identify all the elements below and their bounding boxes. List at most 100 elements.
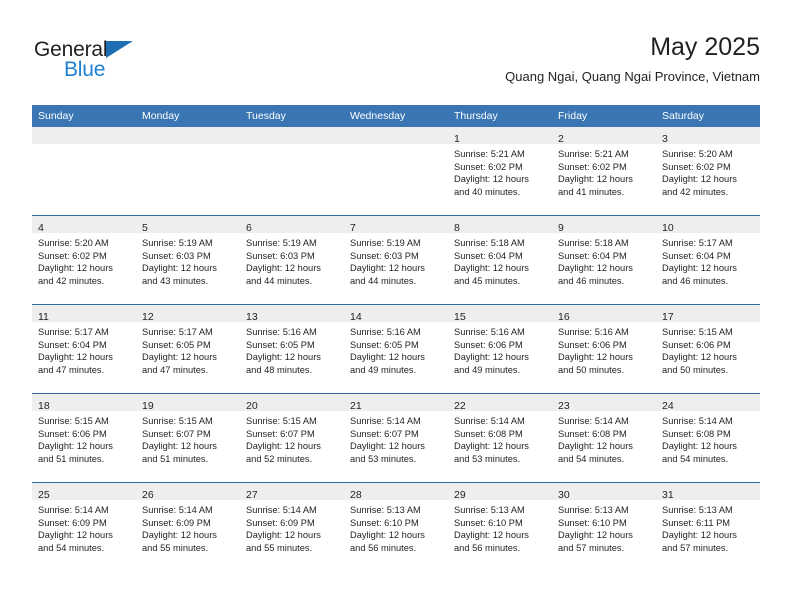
calendar-day-cell[interactable]: 6 Sunrise: 5:19 AM Sunset: 6:03 PM Daylight… — [240, 215, 344, 305]
calendar-day-cell[interactable]: 10 Sunrise: 5:17 AM Sunset: 6:04 PM Dayligh… — [656, 215, 760, 305]
sunrise-text: Sunrise: 5:13 AM — [558, 505, 629, 515]
day-number-band: 18 — [32, 394, 136, 412]
day-number-band: 12 — [136, 305, 240, 323]
daylight-text-line2: and 44 minutes. — [350, 275, 417, 286]
calendar-day-cell[interactable]: 18 Sunrise: 5:15 AM Sunset: 6:06 PM Dayligh… — [32, 393, 136, 483]
calendar-day-cell[interactable]: 25 Sunrise: 5:14 AM Sunset: 6:09 PM Dayligh… — [32, 482, 136, 571]
day-number-band — [344, 127, 448, 144]
calendar-day-cell[interactable]: 27 Sunrise: 5:14 AM Sunset: 6:09 PM Dayligh… — [240, 482, 344, 571]
sunrise-text: Sunrise: 5:13 AM — [662, 505, 733, 515]
calendar-day-cell[interactable]: 29 Sunrise: 5:13 AM Sunset: 6:10 PM Dayligh… — [448, 482, 552, 571]
day-cell-body: Sunrise: 5:13 AM Sunset: 6:10 PM Daylight:… — [344, 500, 448, 554]
day-number-band: 5 — [136, 216, 240, 234]
sunrise-text: Sunrise: 5:14 AM — [558, 416, 629, 426]
calendar-day-cell[interactable]: 3 Sunrise: 5:20 AM Sunset: 6:02 PM Daylight… — [656, 127, 760, 216]
daylight-text-line2: and 47 minutes. — [142, 364, 209, 375]
daylight-text-line2: and 40 minutes. — [454, 186, 521, 197]
sunset-text: Sunset: 6:03 PM — [350, 250, 419, 261]
calendar-day-cell[interactable]: 19 Sunrise: 5:15 AM Sunset: 6:07 PM Dayligh… — [136, 393, 240, 483]
day-cell-body: Sunrise: 5:15 AM Sunset: 6:07 PM Daylight:… — [240, 411, 344, 465]
calendar-day-cell[interactable]: 24 Sunrise: 5:14 AM Sunset: 6:08 PM Dayligh… — [656, 393, 760, 483]
calendar-day-cell[interactable]: 16 Sunrise: 5:16 AM Sunset: 6:06 PM Dayligh… — [552, 304, 656, 394]
sunrise-text: Sunrise: 5:15 AM — [38, 416, 109, 426]
day-cell-body: Sunrise: 5:18 AM Sunset: 6:04 PM Daylight:… — [448, 233, 552, 287]
calendar-week-row: 1 Sunrise: 5:21 AM Sunset: 6:02 PM Daylight… — [32, 127, 760, 216]
daylight-text-line1: Daylight: 12 hours — [246, 441, 321, 452]
sunset-text: Sunset: 6:10 PM — [350, 517, 419, 528]
day-number: 21 — [350, 400, 362, 412]
daylight-text-line2: and 49 minutes. — [454, 364, 521, 375]
calendar-day-cell[interactable]: 13 Sunrise: 5:16 AM Sunset: 6:05 PM Dayligh… — [240, 304, 344, 394]
daylight-text-line1: Daylight: 12 hours — [142, 263, 217, 274]
daylight-text-line1: Daylight: 12 hours — [246, 530, 321, 541]
day-cell-body: Sunrise: 5:17 AM Sunset: 6:04 PM Daylight:… — [656, 233, 760, 287]
day-number: 10 — [662, 222, 674, 234]
calendar-day-cell[interactable]: 15 Sunrise: 5:16 AM Sunset: 6:06 PM Dayligh… — [448, 304, 552, 394]
day-number-band: 6 — [240, 216, 344, 234]
day-cell-body: Sunrise: 5:15 AM Sunset: 6:06 PM Daylight:… — [656, 322, 760, 376]
day-number-band: 31 — [656, 483, 760, 501]
daylight-text-line2: and 43 minutes. — [142, 275, 209, 286]
day-cell-body: Sunrise: 5:21 AM Sunset: 6:02 PM Daylight:… — [552, 144, 656, 198]
sunset-text: Sunset: 6:03 PM — [142, 250, 211, 261]
sunset-text: Sunset: 6:03 PM — [246, 250, 315, 261]
daylight-text-line2: and 55 minutes. — [142, 542, 209, 553]
day-number: 13 — [246, 311, 258, 323]
calendar-day-cell[interactable]: 20 Sunrise: 5:15 AM Sunset: 6:07 PM Dayligh… — [240, 393, 344, 483]
daylight-text-line2: and 56 minutes. — [454, 542, 521, 553]
calendar-day-cell[interactable]: 5 Sunrise: 5:19 AM Sunset: 6:03 PM Daylight… — [136, 215, 240, 305]
general-blue-logo[interactable]: General Blue — [34, 38, 164, 86]
page-header: General Blue May 2025 Quang Ngai, Quang … — [0, 0, 792, 100]
sunset-text: Sunset: 6:05 PM — [246, 339, 315, 350]
day-number-band: 7 — [344, 216, 448, 234]
day-cell-body: Sunrise: 5:18 AM Sunset: 6:04 PM Daylight:… — [552, 233, 656, 287]
calendar-week-row: 11 Sunrise: 5:17 AM Sunset: 6:04 PM Dayligh… — [32, 304, 760, 394]
daylight-text-line2: and 51 minutes. — [38, 453, 105, 464]
day-cell-body: Sunrise: 5:14 AM Sunset: 6:09 PM Daylight:… — [136, 500, 240, 554]
sunrise-text: Sunrise: 5:16 AM — [558, 327, 629, 337]
calendar-day-cell[interactable]: 9 Sunrise: 5:18 AM Sunset: 6:04 PM Daylight… — [552, 215, 656, 305]
calendar-day-cell[interactable]: 23 Sunrise: 5:14 AM Sunset: 6:08 PM Dayligh… — [552, 393, 656, 483]
calendar-day-cell[interactable]: 26 Sunrise: 5:14 AM Sunset: 6:09 PM Dayligh… — [136, 482, 240, 571]
day-cell-body: Sunrise: 5:13 AM Sunset: 6:10 PM Daylight:… — [552, 500, 656, 554]
calendar-week-row: 25 Sunrise: 5:14 AM Sunset: 6:09 PM Dayligh… — [32, 482, 760, 571]
daylight-text-line2: and 46 minutes. — [558, 275, 625, 286]
day-cell-body: Sunrise: 5:14 AM Sunset: 6:08 PM Daylight:… — [448, 411, 552, 465]
calendar-day-cell[interactable]: 28 Sunrise: 5:13 AM Sunset: 6:10 PM Dayligh… — [344, 482, 448, 571]
daylight-text-line1: Daylight: 12 hours — [454, 263, 529, 274]
calendar-day-cell[interactable]: 12 Sunrise: 5:17 AM Sunset: 6:05 PM Dayligh… — [136, 304, 240, 394]
calendar-day-cell[interactable]: 1 Sunrise: 5:21 AM Sunset: 6:02 PM Daylight… — [448, 127, 552, 216]
calendar-day-cell[interactable]: 8 Sunrise: 5:18 AM Sunset: 6:04 PM Daylight… — [448, 215, 552, 305]
calendar-day-cell[interactable]: 31 Sunrise: 5:13 AM Sunset: 6:11 PM Dayligh… — [656, 482, 760, 571]
day-number: 11 — [38, 311, 49, 323]
sunset-text: Sunset: 6:06 PM — [662, 339, 731, 350]
sunrise-text: Sunrise: 5:17 AM — [662, 238, 733, 248]
day-cell-body: Sunrise: 5:14 AM Sunset: 6:09 PM Daylight:… — [240, 500, 344, 554]
calendar-day-cell[interactable]: 30 Sunrise: 5:13 AM Sunset: 6:10 PM Dayligh… — [552, 482, 656, 571]
day-number: 22 — [454, 400, 466, 412]
daylight-text-line1: Daylight: 12 hours — [38, 530, 113, 541]
calendar-day-cell[interactable]: 22 Sunrise: 5:14 AM Sunset: 6:08 PM Dayligh… — [448, 393, 552, 483]
sunset-text: Sunset: 6:02 PM — [558, 161, 627, 172]
calendar-day-cell-empty — [240, 127, 344, 216]
daylight-text-line1: Daylight: 12 hours — [38, 352, 113, 363]
daylight-text-line1: Daylight: 12 hours — [662, 441, 737, 452]
calendar-day-cell[interactable]: 2 Sunrise: 5:21 AM Sunset: 6:02 PM Daylight… — [552, 127, 656, 216]
sunset-text: Sunset: 6:05 PM — [142, 339, 211, 350]
calendar-day-cell[interactable]: 14 Sunrise: 5:16 AM Sunset: 6:05 PM Dayligh… — [344, 304, 448, 394]
daylight-text-line2: and 45 minutes. — [454, 275, 521, 286]
daylight-text-line1: Daylight: 12 hours — [454, 174, 529, 185]
calendar-day-cell[interactable]: 17 Sunrise: 5:15 AM Sunset: 6:06 PM Dayligh… — [656, 304, 760, 394]
day-number-band: 20 — [240, 394, 344, 412]
calendar-day-cell[interactable]: 21 Sunrise: 5:14 AM Sunset: 6:07 PM Dayligh… — [344, 393, 448, 483]
calendar-day-cell[interactable]: 4 Sunrise: 5:20 AM Sunset: 6:02 PM Daylight… — [32, 215, 136, 305]
sunset-text: Sunset: 6:04 PM — [454, 250, 523, 261]
sunrise-text: Sunrise: 5:14 AM — [38, 505, 109, 515]
daylight-text-line1: Daylight: 12 hours — [558, 530, 633, 541]
day-number: 25 — [38, 489, 50, 501]
day-cell-body: Sunrise: 5:20 AM Sunset: 6:02 PM Daylight:… — [656, 144, 760, 198]
calendar-day-cell[interactable]: 11 Sunrise: 5:17 AM Sunset: 6:04 PM Dayligh… — [32, 304, 136, 394]
calendar-day-cell[interactable]: 7 Sunrise: 5:19 AM Sunset: 6:03 PM Daylight… — [344, 215, 448, 305]
daylight-text-line1: Daylight: 12 hours — [246, 263, 321, 274]
triangle-icon — [106, 41, 133, 58]
